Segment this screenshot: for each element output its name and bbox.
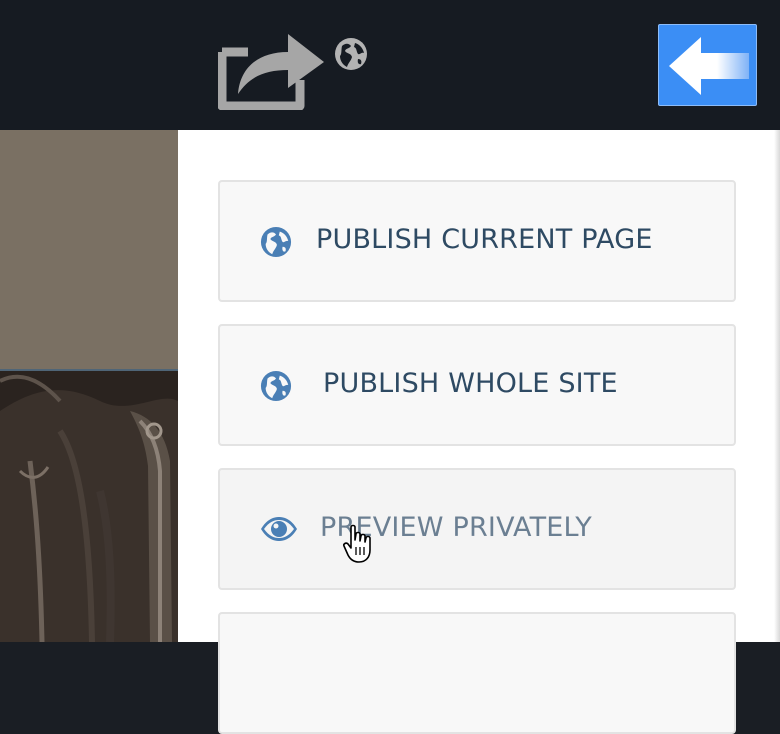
menu-item-label: PUBLISH WHOLE SITE: [323, 368, 618, 399]
panel-edge: [774, 130, 780, 642]
background-photo: [0, 371, 178, 642]
globe-icon: [260, 370, 292, 402]
globe-icon: [260, 226, 292, 258]
arrow-left-icon: [669, 37, 749, 95]
publish-whole-site-button[interactable]: PUBLISH WHOLE SITE: [218, 324, 736, 446]
menu-item-label: PUBLISH CURRENT PAGE: [316, 224, 653, 255]
share-arrow-icon[interactable]: [218, 30, 330, 110]
menu-item-label: PREVIEW PRIVATELY: [320, 512, 592, 543]
eye-icon: [261, 517, 297, 541]
publish-current-page-button[interactable]: PUBLISH CURRENT PAGE: [218, 180, 736, 302]
background-panel: [0, 130, 178, 370]
publish-panel: PUBLISH CURRENT PAGE PUBLISH WHOLE SITE …: [178, 130, 780, 734]
menu-item-partial[interactable]: [218, 612, 736, 734]
top-toolbar: [0, 0, 780, 130]
globe-icon: [335, 38, 367, 70]
preview-privately-button[interactable]: PREVIEW PRIVATELY: [218, 468, 736, 590]
back-button[interactable]: [658, 24, 757, 106]
